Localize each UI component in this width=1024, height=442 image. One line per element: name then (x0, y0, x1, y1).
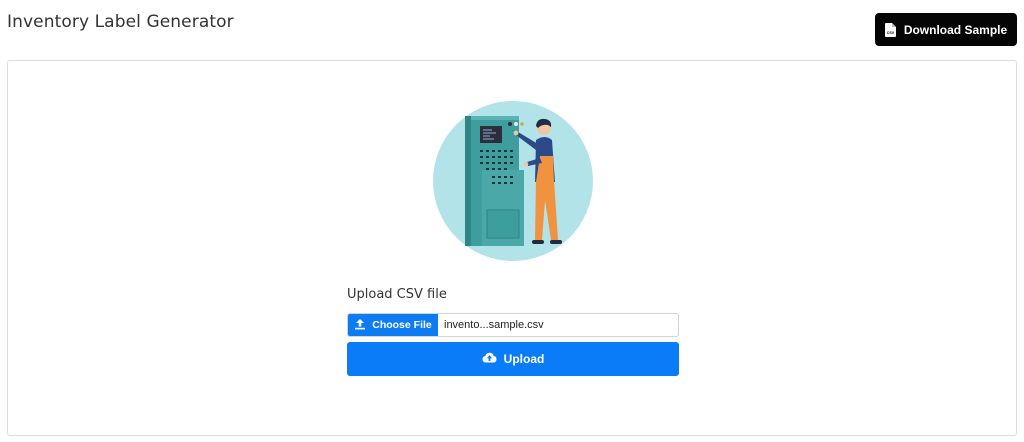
choose-file-button[interactable]: Choose File (348, 314, 438, 336)
upload-card: Upload CSV file Choose File invento...sa… (7, 60, 1017, 436)
svg-text:CSV: CSV (887, 31, 895, 35)
page-title: Inventory Label Generator (7, 12, 234, 32)
download-sample-label: Download Sample (903, 22, 1008, 37)
operator-illustration (432, 100, 594, 262)
upload-icon (354, 318, 366, 333)
choose-file-label: Choose File (372, 319, 432, 331)
csv-file-icon: CSV (884, 22, 896, 37)
selected-file-name: invento...sample.csv (444, 319, 544, 331)
upload-label: Upload (503, 352, 545, 366)
download-sample-button[interactable]: CSV Download Sample (875, 13, 1017, 46)
cloud-upload-icon (482, 352, 497, 366)
upload-csv-label: Upload CSV file (347, 287, 447, 302)
upload-button[interactable]: Upload (347, 342, 679, 376)
csv-file-input[interactable]: Choose File invento...sample.csv (347, 313, 679, 337)
